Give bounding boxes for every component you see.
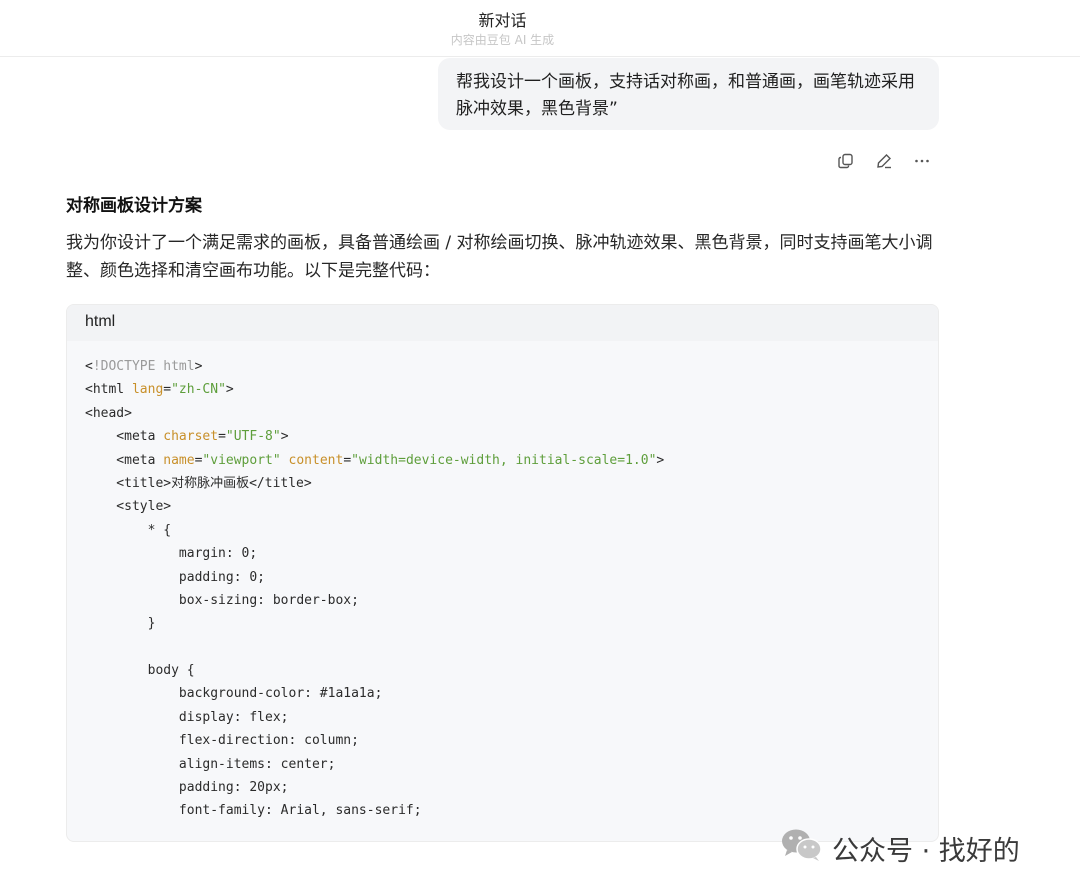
code-line: <meta name="viewport" content="width=dev… [85, 449, 920, 472]
code-token: "viewport" [202, 452, 281, 468]
code-token: <html [85, 382, 132, 398]
code-content: <!DOCTYPE html> <html lang="zh-CN"> <head>… [67, 341, 938, 823]
code-token: } [85, 616, 156, 632]
answer-heading: 对称画板设计方案 [66, 196, 202, 216]
code-token: > [225, 382, 234, 398]
code-line: <!DOCTYPE html> [85, 355, 920, 378]
code-line: <style> [85, 495, 920, 518]
watermark-text: 公众号 · 找好的 [832, 836, 1020, 867]
user-message-text: 帮我设计一个画板，支持话对称画，和普通画，画笔轨迹采用脉冲效果，黑色背景” [456, 72, 915, 119]
code-token: background-color: #1a1a1a; [85, 686, 383, 702]
edit-button[interactable] [872, 151, 896, 175]
code-line: box-sizing: border-box; [85, 589, 920, 612]
code-token: <style> [85, 499, 172, 515]
code-line: <title>对称脉冲画板</title> [85, 472, 920, 495]
code-line: * { [85, 519, 920, 542]
code-language-header: html [67, 305, 938, 341]
code-line: font-family: Arial, sans-serif; [85, 799, 920, 822]
ai-generated-note: 内容由豆包 AI 生成 [450, 33, 555, 47]
code-line: padding: 20px; [85, 776, 920, 799]
wechat-icon [780, 827, 824, 870]
code-token: > [656, 452, 665, 468]
code-token: "UTF-8" [225, 429, 281, 445]
code-token: !DOCTYPE html [92, 359, 195, 374]
code-token: margin: 0; [85, 546, 258, 562]
code-token: = [163, 382, 172, 398]
code-token: font-family: Arial, sans-serif; [85, 803, 422, 819]
code-line: } [85, 612, 920, 635]
code-token: box-sizing: border-box; [85, 592, 359, 608]
user-message-bubble: 帮我设计一个画板，支持话对称画，和普通画，画笔轨迹采用脉冲效果，黑色背景” [438, 58, 939, 130]
code-token: display: flex; [85, 709, 289, 725]
code-token: < [85, 359, 93, 374]
answer-intro-text: 我为你设计了一个满足需求的画板，具备普通绘画 / 对称绘画切换、脉冲轨迹效果、黑… [66, 233, 933, 281]
code-token: padding: 20px; [85, 780, 289, 796]
more-icon [913, 152, 931, 174]
code-token: "width=device-width, initial-scale=1.0" [351, 452, 657, 468]
code-line: <head> [85, 402, 920, 425]
code-token: <title>对称脉冲画板</title> [85, 475, 312, 491]
code-token: > [280, 429, 289, 445]
code-language-label: html [85, 313, 116, 330]
code-token: lang [131, 382, 164, 398]
code-line: <meta charset="UTF-8"> [85, 425, 920, 448]
more-button[interactable] [910, 151, 934, 175]
code-token: = [218, 429, 226, 445]
code-token: padding: 0; [85, 569, 266, 585]
copy-icon [837, 152, 855, 174]
code-line: background-color: #1a1a1a; [85, 682, 920, 705]
code-token: flex-direction: column; [85, 733, 359, 749]
code-token: charset [163, 429, 219, 445]
code-token: body { [85, 663, 195, 679]
code-token: = [343, 452, 352, 468]
chat-header: 新对话 内容由豆包 AI 生成 [0, 0, 1080, 57]
conversation-title: 新对话 [478, 11, 527, 30]
code-token: <head> [85, 405, 132, 421]
code-token: > [194, 359, 203, 374]
message-actions [834, 151, 934, 175]
code-line: margin: 0; [85, 542, 920, 565]
copy-button[interactable] [834, 151, 858, 175]
code-block: html <!DOCTYPE html> <html lang="zh-CN"> <… [66, 304, 939, 842]
code-token: * { [85, 522, 172, 538]
code-token: content [288, 452, 344, 468]
code-token: <meta [85, 429, 164, 445]
code-line: body { [85, 659, 920, 682]
code-line: align-items: center; [85, 753, 920, 776]
code-line: flex-direction: column; [85, 729, 920, 752]
code-token: "zh-CN" [171, 382, 226, 398]
code-token: align-items: center; [85, 756, 336, 772]
edit-icon [875, 152, 893, 174]
code-line: padding: 0; [85, 566, 920, 589]
code-line: <html lang="zh-CN"> [85, 378, 920, 401]
watermark: 公众号 · 找好的 [780, 827, 1020, 870]
code-line: display: flex; [85, 706, 920, 729]
code-token: name [163, 452, 195, 468]
code-token: <meta [85, 452, 164, 468]
